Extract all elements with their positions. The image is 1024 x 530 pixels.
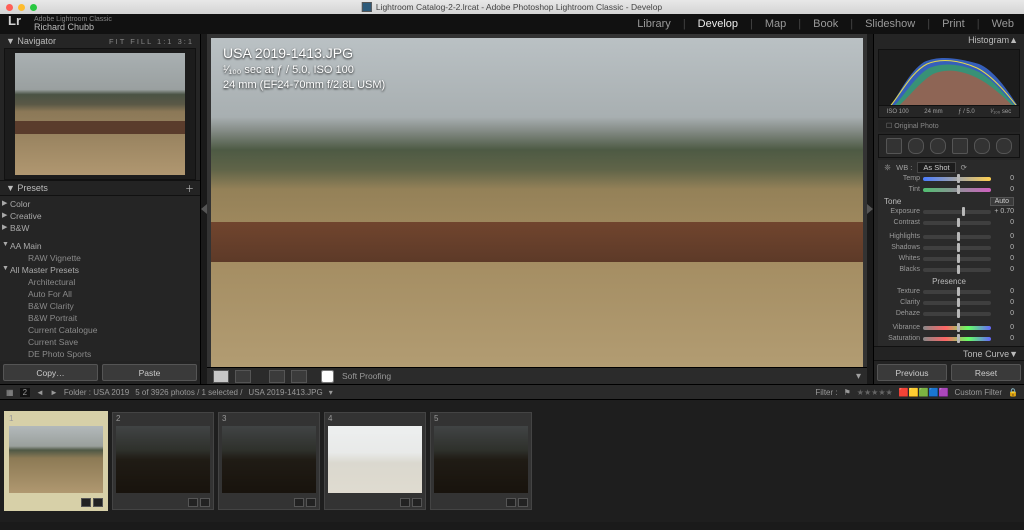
filter-lock-icon[interactable]: 🔒 [1008, 388, 1018, 397]
shadows-slider[interactable] [923, 246, 991, 250]
preset-item[interactable]: Auto For All [0, 288, 200, 300]
window-title: Lightroom Catalog-2-2.lrcat - Adobe Phot… [362, 2, 662, 12]
original-photo-toggle[interactable]: ☐ Original Photo [878, 120, 1020, 132]
exposure-slider[interactable] [923, 210, 991, 214]
source-label[interactable]: Folder : USA 2019 [64, 388, 129, 397]
preset-item[interactable]: Architectural [0, 276, 200, 288]
histogram[interactable]: ISO 10024 mmƒ / 5.0¹⁄₁₀₀ sec [878, 49, 1020, 119]
histogram-info: ISO 10024 mmƒ / 5.0¹⁄₁₀₀ sec [879, 105, 1019, 117]
auto-tone-button[interactable]: Auto [990, 197, 1014, 206]
before-after-icon[interactable] [235, 370, 251, 383]
lr-logo-icon: Lr [8, 14, 21, 27]
brush-tool-icon[interactable] [996, 138, 1012, 154]
preset-group[interactable]: ▶Creative [0, 210, 200, 222]
preset-group[interactable]: ▶B&W [0, 222, 200, 234]
right-panel: Histogram ▲ ISO 10024 mmƒ / 5.0¹⁄₁₀₀ sec… [873, 34, 1024, 384]
flag-filter-icon[interactable]: ⚑ [844, 388, 851, 397]
saturation-slider[interactable] [923, 337, 991, 341]
vibrance-slider[interactable] [923, 326, 991, 330]
preset-item[interactable]: For Arnold House [0, 360, 200, 361]
loupe-view-icon[interactable] [213, 370, 229, 383]
navigator-thumb[interactable] [4, 48, 196, 180]
histogram-header[interactable]: Histogram ▲ [874, 34, 1024, 47]
preset-item[interactable]: DE Photo Sports [0, 348, 200, 360]
copy-button[interactable]: Copy… [3, 364, 98, 381]
contrast-slider[interactable] [923, 221, 991, 225]
module-print[interactable]: Print [942, 18, 965, 30]
minimize-icon[interactable] [18, 4, 25, 11]
previous-button[interactable]: Previous [877, 364, 947, 381]
redeye-tool-icon[interactable] [930, 138, 946, 154]
filmstrip[interactable]: 1 2 3 4 5 [0, 399, 1024, 522]
next-photo-icon[interactable]: ► [50, 388, 58, 397]
preset-group[interactable]: ▼All Master Presets [0, 264, 200, 276]
navigator-zoom-opts[interactable]: FIT FILL 1:1 3:1 [109, 37, 194, 46]
preset-item[interactable]: Current Save [0, 336, 200, 348]
custom-filter[interactable]: Custom Filter [954, 388, 1002, 397]
center-toolbar: Soft Proofing ▾ [207, 367, 867, 384]
center-stage: USA 2019-1413.JPG ¹⁄₁₀₀ sec at ƒ / 5.0, … [207, 34, 867, 384]
filmstrip-header: ▦ 2 ◄ ► Folder : USA 2019 5 of 3926 phot… [0, 384, 1024, 399]
grid-icon[interactable]: ▦ [6, 388, 14, 397]
preset-item[interactable]: Current Catalogue [0, 324, 200, 336]
grad-tool-icon[interactable] [952, 138, 968, 154]
tint-slider[interactable] [923, 188, 991, 192]
crop-tool-icon[interactable] [886, 138, 902, 154]
blacks-slider[interactable] [923, 268, 991, 272]
preset-group[interactable]: ▼AA Main [0, 240, 200, 252]
module-library[interactable]: Library [637, 18, 671, 30]
highlights-slider[interactable] [923, 235, 991, 239]
spot-tool-icon[interactable] [908, 138, 924, 154]
color-filter[interactable]: 🟥🟨🟩🟦🟪 [899, 388, 949, 397]
filmstrip-cell[interactable]: 4 [324, 412, 426, 510]
module-develop[interactable]: Develop [698, 18, 738, 30]
image-overlay-info: USA 2019-1413.JPG ¹⁄₁₀₀ sec at ƒ / 5.0, … [223, 44, 385, 93]
toolbar-chevron-icon[interactable]: ▾ [856, 371, 861, 382]
filmstrip-cell[interactable]: 3 [218, 412, 320, 510]
module-picker: Library| Develop| Map| Book| Slideshow| … [637, 18, 1014, 30]
wb-select[interactable]: As Shot [917, 162, 955, 173]
whites-slider[interactable] [923, 257, 991, 261]
filmstrip-cell[interactable]: 2 [112, 412, 214, 510]
navigator-header[interactable]: ▼ Navigator FIT FILL 1:1 3:1 [0, 34, 200, 48]
softproof-checkbox[interactable] [321, 370, 334, 383]
compare-yy-icon[interactable] [269, 370, 285, 383]
compare-xy-icon[interactable] [291, 370, 307, 383]
dehaze-slider[interactable] [923, 312, 991, 316]
basic-panel: 𖤓 WB : As Shot ⟳ Temp0 Tint0 ToneAuto Ex… [878, 160, 1020, 346]
top-bar: Lr Adobe Lightroom Classic Richard Chubb… [0, 14, 1024, 34]
main-image[interactable]: USA 2019-1413.JPG ¹⁄₁₀₀ sec at ƒ / 5.0, … [211, 38, 863, 367]
softproof-label: Soft Proofing [342, 371, 391, 381]
left-panel: ▼ Navigator FIT FILL 1:1 3:1 ▼ Presets＋ … [0, 34, 201, 384]
texture-slider[interactable] [923, 290, 991, 294]
presets-list: ▶Color ▶Creative ▶B&W ▼AA Main RAW Vigne… [0, 196, 200, 361]
prev-photo-icon[interactable]: ◄ [36, 388, 44, 397]
reset-button[interactable]: Reset [951, 364, 1021, 381]
filmstrip-cell[interactable]: 5 [430, 412, 532, 510]
os-titlebar: Lightroom Catalog-2-2.lrcat - Adobe Phot… [0, 0, 1024, 14]
branding: Lr Adobe Lightroom Classic Richard Chubb [10, 16, 112, 32]
module-web[interactable]: Web [992, 18, 1014, 30]
eyedropper-icon[interactable]: 𖤓 [884, 163, 891, 173]
app-icon [362, 2, 372, 12]
module-map[interactable]: Map [765, 18, 786, 30]
clarity-slider[interactable] [923, 301, 991, 305]
preset-item[interactable]: B&W Clarity [0, 300, 200, 312]
module-book[interactable]: Book [813, 18, 838, 30]
tonecurve-header[interactable]: Tone Curve ▼ [874, 346, 1024, 361]
paste-button[interactable]: Paste [102, 364, 197, 381]
zoom-icon[interactable] [30, 4, 37, 11]
preset-item[interactable]: B&W Portrait [0, 312, 200, 324]
temp-slider[interactable] [923, 177, 991, 181]
filmstrip-cell[interactable]: 1 [4, 411, 108, 511]
preset-item[interactable]: RAW Vignette [0, 252, 200, 264]
close-icon[interactable] [6, 4, 13, 11]
module-slideshow[interactable]: Slideshow [865, 18, 915, 30]
preset-group[interactable]: ▶Color [0, 198, 200, 210]
tool-strip [878, 134, 1020, 158]
radial-tool-icon[interactable] [974, 138, 990, 154]
presets-header[interactable]: ▼ Presets＋ [0, 180, 200, 196]
